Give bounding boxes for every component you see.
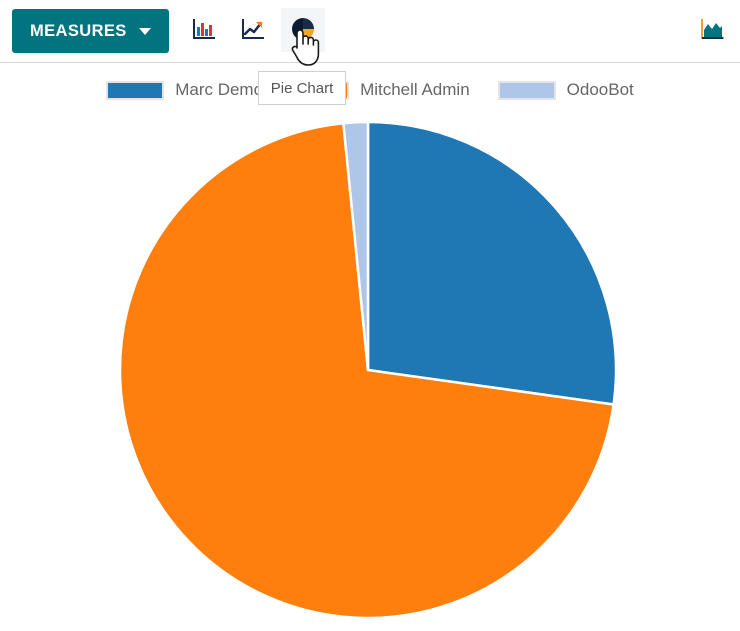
chart-toolbar: MEASURES xyxy=(0,0,740,63)
area-chart-button[interactable] xyxy=(692,8,732,52)
legend-swatch-2 xyxy=(497,80,556,100)
measures-button[interactable]: MEASURES xyxy=(12,9,169,53)
bar-chart-icon xyxy=(191,16,217,45)
toolbar-divider xyxy=(0,62,740,63)
pie-chart-icon xyxy=(290,16,316,45)
legend-label-0: Marc Demo xyxy=(175,80,264,99)
line-chart-button[interactable] xyxy=(231,8,275,52)
pie-chart-svg xyxy=(118,120,618,620)
legend-label-1: Mitchell Admin xyxy=(360,80,470,99)
area-chart-icon xyxy=(698,15,726,46)
pie-chart-view: MEASURES Marc Demo Mitchell Admin OdooBo… xyxy=(0,0,740,631)
pie-chart-tooltip-label: Pie Chart xyxy=(270,79,334,97)
legend-item-2[interactable]: OdooBot xyxy=(497,80,634,100)
pie-chart-button[interactable] xyxy=(281,8,325,52)
bar-chart-button[interactable] xyxy=(182,8,226,52)
chart-legend: Marc Demo Mitchell Admin OdooBot xyxy=(0,78,740,102)
pie-chart-tooltip: Pie Chart xyxy=(258,71,346,105)
line-chart-icon xyxy=(240,16,266,45)
chevron-down-icon xyxy=(138,27,151,35)
pie-slice-group xyxy=(118,120,618,620)
pie-slice-0[interactable] xyxy=(366,120,618,406)
measures-button-label: MEASURES xyxy=(30,21,127,40)
legend-label-2: OdooBot xyxy=(566,80,634,99)
legend-item-0[interactable]: Marc Demo xyxy=(106,80,263,100)
legend-swatch-0 xyxy=(106,80,165,100)
pie-chart-canvas xyxy=(0,104,740,631)
